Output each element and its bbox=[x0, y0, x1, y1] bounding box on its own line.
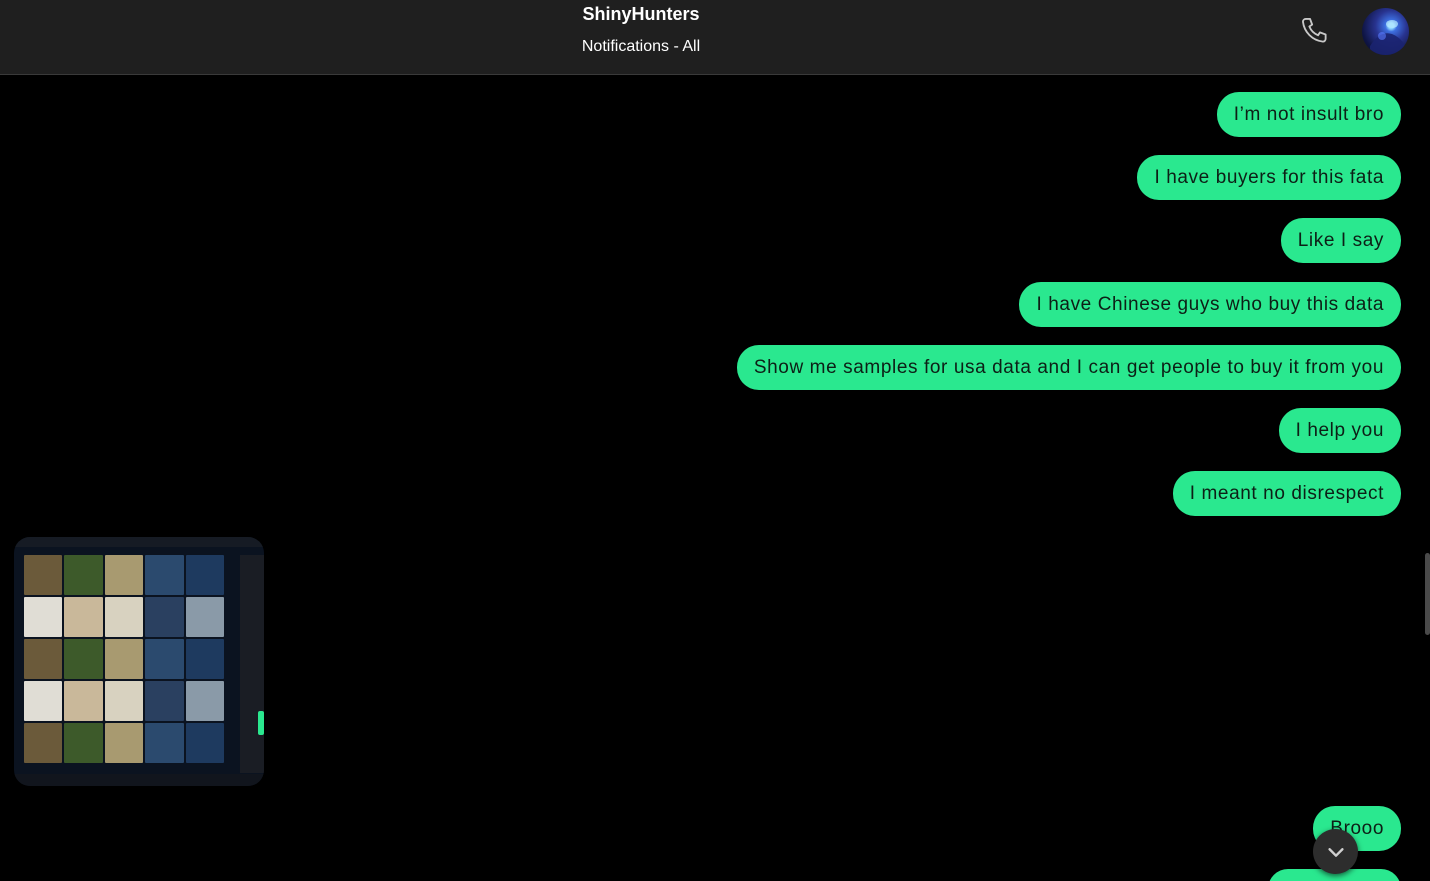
screenshot-tile bbox=[104, 723, 144, 763]
screenshot-tile bbox=[185, 555, 224, 595]
screenshot-tile bbox=[185, 681, 224, 721]
screenshot-side-panel bbox=[240, 555, 264, 773]
screenshot-titlebar bbox=[14, 537, 264, 547]
message-bubble[interactable]: Show me samples for usa data and I can g… bbox=[736, 345, 1401, 390]
screenshot-tile bbox=[24, 555, 63, 595]
screenshot-tile bbox=[24, 681, 63, 721]
screenshot-tile bbox=[64, 597, 103, 637]
message-bubble[interactable]: I help you bbox=[1278, 408, 1401, 453]
message-bubble[interactable]: I meant no disrespect bbox=[1172, 471, 1401, 516]
screenshot-tile bbox=[145, 723, 184, 763]
message-list[interactable]: I’m not insult bro I have buyers for thi… bbox=[0, 75, 1430, 881]
chevron-down-icon bbox=[1327, 847, 1344, 857]
screenshot-tile bbox=[104, 555, 144, 595]
chat-header: ShinyHunters Notifications - All bbox=[0, 0, 1430, 75]
message-bubble[interactable]: I’m not insult bro bbox=[1216, 92, 1401, 137]
screenshot-tile bbox=[24, 723, 63, 763]
screenshot-tile bbox=[185, 639, 224, 679]
screenshot-tile bbox=[64, 723, 103, 763]
screenshot-accent bbox=[258, 711, 264, 735]
call-button[interactable] bbox=[1298, 14, 1332, 48]
notifications-setting[interactable]: Notifications - All bbox=[0, 38, 1282, 56]
message-bubble[interactable]: Like I say bbox=[1280, 218, 1401, 263]
screenshot-thumbnail-grid bbox=[24, 555, 224, 767]
screenshot-tile bbox=[104, 681, 144, 721]
screenshot-tile bbox=[24, 597, 63, 637]
chat-title: ShinyHunters bbox=[582, 4, 700, 24]
screenshot-tile bbox=[145, 639, 184, 679]
screenshot-tile bbox=[64, 639, 103, 679]
screenshot-tile bbox=[145, 555, 184, 595]
screenshot-tile bbox=[64, 555, 103, 595]
screenshot-tile bbox=[104, 597, 144, 637]
avatar-art bbox=[1370, 20, 1406, 55]
screenshot-tile bbox=[145, 597, 184, 637]
message-bubble[interactable]: I have buyers for this fata bbox=[1137, 155, 1401, 200]
image-attachment[interactable] bbox=[14, 537, 264, 786]
screenshot-tile bbox=[104, 639, 144, 679]
scrollbar-thumb[interactable] bbox=[1425, 553, 1430, 635]
screenshot-tile bbox=[185, 723, 224, 763]
scroll-to-bottom-button[interactable] bbox=[1313, 829, 1358, 874]
screenshot-tile bbox=[185, 597, 224, 637]
screenshot-tile bbox=[145, 681, 184, 721]
screenshot-tile bbox=[64, 681, 103, 721]
phone-icon bbox=[1302, 18, 1327, 43]
avatar[interactable] bbox=[1362, 8, 1409, 55]
screenshot-tile bbox=[24, 639, 63, 679]
message-bubble[interactable]: I have Chinese guys who buy this data bbox=[1019, 282, 1401, 327]
screenshot-taskbar bbox=[14, 774, 264, 786]
